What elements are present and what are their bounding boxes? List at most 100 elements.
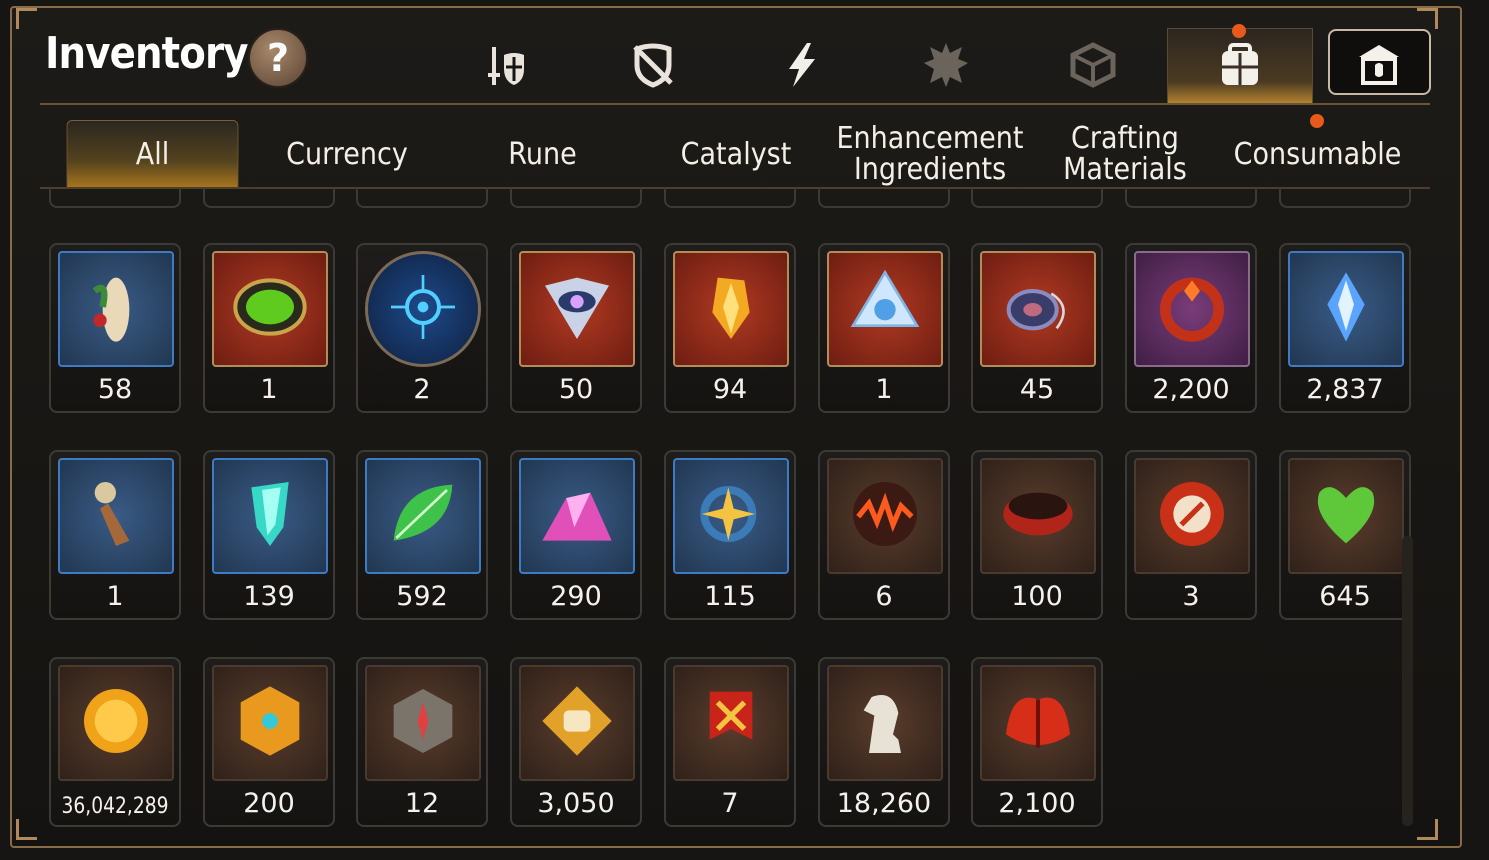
item-frame <box>980 251 1096 367</box>
item-slot-partial[interactable] <box>510 188 642 208</box>
item-count: 100 <box>1011 581 1063 612</box>
item-frame <box>212 458 328 574</box>
notification-dot <box>1310 114 1324 128</box>
item-count: 36,042,289 <box>61 794 169 819</box>
demon-icon[interactable] <box>915 34 977 96</box>
item-frame <box>519 458 635 574</box>
gold-emblem-icon <box>230 681 310 765</box>
pendant-icon <box>76 474 156 558</box>
tab-currency[interactable]: Currency <box>271 120 424 188</box>
tab-consumable[interactable]: Consumable <box>1234 120 1402 188</box>
notification-dot <box>1232 24 1246 38</box>
green-orb-icon <box>230 267 310 351</box>
item-slot[interactable]: 645 <box>1279 450 1411 620</box>
item-frame <box>58 458 174 574</box>
red-band-icon <box>998 474 1078 558</box>
item-frame <box>1134 251 1250 367</box>
red-leaf-icon <box>998 681 1078 765</box>
item-count: 1 <box>106 581 124 612</box>
item-frame <box>1134 458 1250 574</box>
item-slot[interactable]: 2,837 <box>1279 243 1411 413</box>
item-count: 94 <box>712 374 748 405</box>
item-slot-partial[interactable] <box>356 188 488 208</box>
shop-icon[interactable] <box>1348 34 1410 96</box>
item-slot[interactable]: 1 <box>203 243 335 413</box>
frame-corner <box>16 8 37 29</box>
tab-catalyst[interactable]: Catalyst <box>668 120 805 188</box>
green-leaf-icon <box>383 474 463 558</box>
help-button[interactable]: ? <box>248 28 308 88</box>
item-slot[interactable]: 592 <box>356 450 488 620</box>
item-slot[interactable]: 1 <box>818 243 950 413</box>
item-count: 1 <box>260 374 278 405</box>
item-slot[interactable]: 45 <box>971 243 1103 413</box>
item-frame <box>1288 251 1404 367</box>
broken-shield-icon[interactable] <box>622 34 684 96</box>
rune-circle-icon <box>383 267 463 351</box>
item-count: 200 <box>243 788 295 819</box>
item-count: 58 <box>97 374 133 405</box>
item-count: 50 <box>558 374 594 405</box>
item-slot-partial[interactable] <box>1279 188 1411 208</box>
item-slot[interactable]: 18,260 <box>818 657 950 827</box>
item-frame <box>212 251 328 367</box>
item-slot[interactable]: 12 <box>356 657 488 827</box>
scrollbar[interactable] <box>1402 536 1413 826</box>
sword-shield-icon[interactable] <box>475 34 537 96</box>
red-medal-icon <box>1152 474 1232 558</box>
tab-rune[interactable]: Rune <box>477 120 608 188</box>
tab-all[interactable]: All <box>66 120 239 188</box>
item-slot[interactable]: 3 <box>1125 450 1257 620</box>
item-slot[interactable]: 2,100 <box>971 657 1103 827</box>
item-slot[interactable]: 290 <box>510 450 642 620</box>
item-frame <box>212 665 328 781</box>
item-slot[interactable]: 6 <box>818 450 950 620</box>
fire-ring-icon <box>1152 267 1232 351</box>
item-slot-partial[interactable] <box>818 188 950 208</box>
fist-badge-icon <box>537 681 617 765</box>
gold-crystal-icon <box>691 267 771 351</box>
item-slot[interactable]: 36,042,289 <box>49 657 181 827</box>
frame-corner <box>1417 819 1438 840</box>
item-slot[interactable]: 200 <box>203 657 335 827</box>
item-frame <box>365 458 481 574</box>
item-slot[interactable]: 50 <box>510 243 642 413</box>
item-frame <box>58 251 174 367</box>
tab-crafting-materials[interactable]: Crafting Materials <box>1058 120 1193 188</box>
page-title: Inventory <box>45 28 248 79</box>
star-amulet-icon <box>691 474 771 558</box>
lightning-icon[interactable] <box>770 34 832 96</box>
item-slot[interactable]: 58 <box>49 243 181 413</box>
item-slot[interactable]: 7 <box>664 657 796 827</box>
item-slot[interactable]: 3,050 <box>510 657 642 827</box>
item-count: 2,200 <box>1152 374 1230 405</box>
item-count: 7 <box>721 788 739 819</box>
item-slot[interactable]: 1 <box>49 450 181 620</box>
item-slot[interactable]: 115 <box>664 450 796 620</box>
item-frame <box>980 665 1096 781</box>
item-slot-partial[interactable] <box>664 188 796 208</box>
triangle-gem-icon <box>845 267 925 351</box>
item-slot-partial[interactable] <box>203 188 335 208</box>
item-slot[interactable]: 139 <box>203 450 335 620</box>
item-slot-partial[interactable] <box>49 188 181 208</box>
item-frame <box>58 665 174 781</box>
item-count: 2,100 <box>998 788 1076 819</box>
eye-crest-icon <box>537 267 617 351</box>
item-count: 3,050 <box>537 788 615 819</box>
item-slot[interactable]: 2 <box>356 243 488 413</box>
item-frame <box>519 251 635 367</box>
item-frame <box>673 251 789 367</box>
item-slot[interactable]: 100 <box>971 450 1103 620</box>
cube-icon[interactable] <box>1062 34 1124 96</box>
item-frame <box>1288 458 1404 574</box>
item-frame <box>519 665 635 781</box>
item-slot-partial[interactable] <box>1125 188 1257 208</box>
item-slot[interactable]: 2,200 <box>1125 243 1257 413</box>
tab-enhancement-ingredients[interactable]: Enhancement Ingredients <box>831 120 1029 188</box>
item-slot[interactable]: 94 <box>664 243 796 413</box>
backpack-icon[interactable] <box>1209 34 1271 96</box>
item-slot-partial[interactable] <box>971 188 1103 208</box>
item-frame <box>365 251 481 367</box>
compass-cube-icon <box>383 681 463 765</box>
